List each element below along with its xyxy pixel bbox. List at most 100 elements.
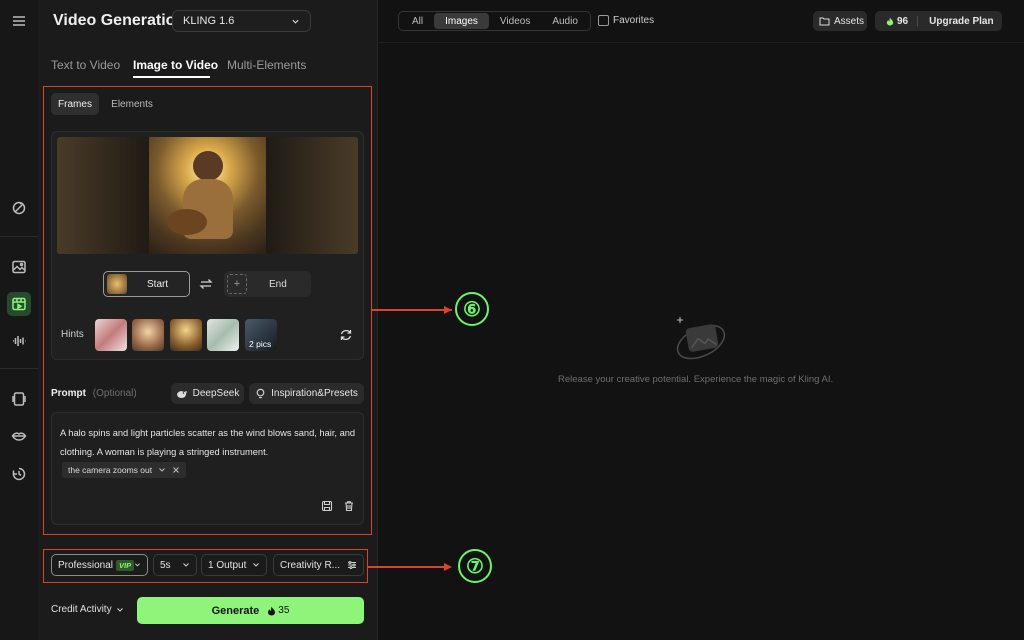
hint-thumb-1[interactable] (95, 319, 127, 351)
tab-multi-elements[interactable]: Multi-Elements (227, 58, 306, 72)
flame-icon (886, 17, 894, 25)
prompt-header: Prompt (Optional) (51, 388, 137, 399)
generate-label: Generate (211, 604, 260, 617)
page-title: Video Generation (53, 12, 186, 29)
filter-all[interactable]: All (401, 13, 434, 29)
credits-value: 96 (897, 15, 909, 27)
lightbulb-icon (256, 388, 265, 399)
history-icon[interactable] (7, 462, 31, 486)
outputs-select-value: 1 Output (208, 559, 247, 571)
generate-cost: 35 (278, 605, 290, 616)
hint-more-label: 2 pics (249, 339, 272, 349)
annotation-arrow-7 (368, 566, 448, 568)
subtab-elements[interactable]: Elements (104, 93, 160, 115)
outputs-select[interactable]: 1 Output (201, 554, 267, 576)
prompt-tag-label: the camera zooms out (68, 465, 153, 475)
deepseek-icon (176, 390, 187, 398)
credit-activity-label: Credit Activity (51, 604, 112, 615)
chevron-down-icon (135, 563, 141, 567)
assets-label: Assets (834, 15, 865, 27)
asset-filter: All Images Videos Audio (398, 11, 591, 31)
mode-select[interactable]: Professional VIP (51, 554, 148, 576)
chevron-down-icon (292, 19, 299, 24)
duration-select-value: 5s (160, 559, 171, 571)
flame-icon (268, 606, 276, 615)
divider (917, 15, 919, 27)
creativity-label: Creativity R... (280, 559, 341, 571)
audio-icon[interactable] (7, 329, 31, 353)
preview-image (149, 137, 266, 254)
refresh-icon[interactable] (339, 328, 353, 347)
chevron-down-icon (183, 563, 189, 567)
hints-label: Hints (61, 329, 84, 340)
empty-state-message: Release your creative potential. Experie… (558, 374, 834, 385)
filter-audio[interactable]: Audio (541, 13, 589, 29)
tab-image-to-video[interactable]: Image to Video (133, 58, 218, 72)
sliders-icon (348, 561, 356, 569)
mode-select-value: Professional (58, 559, 114, 571)
prompt-textarea[interactable]: A halo spins and light particles scatter… (51, 412, 364, 525)
duration-select[interactable]: 5s (153, 554, 197, 576)
start-label: Start (147, 278, 169, 290)
annotation-arrow-6 (372, 309, 452, 311)
chevron-down-icon[interactable] (158, 466, 166, 474)
deepseek-button[interactable]: DeepSeek (171, 383, 244, 404)
add-end-frame-icon: + (227, 274, 247, 294)
menu-icon[interactable] (7, 9, 31, 33)
model-select-value: KLING 1.6 (183, 15, 235, 27)
header-divider (378, 42, 1024, 43)
credit-activity-dropdown[interactable]: Credit Activity (51, 604, 124, 615)
generate-button[interactable]: Generate 35 (137, 597, 364, 624)
trash-icon[interactable] (343, 500, 355, 512)
figure-head (193, 151, 223, 181)
annotation-arrowhead-7 (444, 563, 452, 571)
prompt-text: A halo spins and light particles scatter… (60, 428, 356, 457)
prompt-label: Prompt (51, 388, 86, 399)
start-frame-button[interactable]: Start (103, 271, 190, 297)
inspiration-presets-button[interactable]: Inspiration&Presets (249, 383, 364, 404)
active-tab-underline (133, 76, 210, 78)
frame-preview[interactable] (57, 137, 358, 254)
deepseek-label: DeepSeek (192, 388, 240, 399)
end-frame-button[interactable]: + End (224, 271, 311, 297)
hint-thumb-more[interactable]: 2 pics (245, 319, 277, 351)
hint-thumb-4[interactable] (207, 319, 239, 351)
tab-text-to-video[interactable]: Text to Video (51, 58, 120, 72)
credits-balance[interactable]: 96 (875, 16, 908, 27)
empty-state-illustration (672, 312, 730, 364)
hint-thumb-3[interactable] (170, 319, 202, 351)
chevron-down-icon (253, 563, 259, 567)
creativity-settings-button[interactable]: Creativity R... (273, 554, 364, 576)
instrument (167, 209, 207, 235)
folder-icon (819, 17, 830, 26)
favorites-checkbox[interactable] (598, 15, 609, 26)
prompt-tag[interactable]: the camera zooms out (62, 462, 187, 478)
swap-icon[interactable] (199, 277, 213, 296)
annotation-arrowhead-6 (444, 306, 452, 314)
left-rail (0, 0, 39, 640)
chevron-down-icon (116, 607, 123, 612)
filter-videos[interactable]: Videos (489, 13, 541, 29)
video-generation-icon[interactable] (7, 292, 31, 316)
filter-images[interactable]: Images (434, 13, 489, 29)
save-icon[interactable] (321, 500, 333, 512)
end-label: End (269, 278, 287, 290)
hint-thumb-2[interactable] (132, 319, 164, 351)
annotation-label-6: ⑥ (455, 292, 489, 326)
prompt-optional-label: (Optional) (92, 388, 137, 399)
subtab-frames[interactable]: Frames (51, 93, 99, 115)
canvas-icon[interactable] (7, 387, 31, 411)
image-generation-icon[interactable] (7, 255, 31, 279)
model-select[interactable]: KLING 1.6 (172, 10, 311, 32)
magic-brush-icon[interactable] (7, 196, 31, 220)
annotation-label-7: ⑦ (458, 549, 492, 583)
upgrade-plan-button[interactable]: Upgrade Plan (929, 16, 993, 27)
favorites-label: Favorites (613, 15, 655, 26)
close-icon[interactable] (172, 466, 180, 474)
vip-badge: VIP (116, 559, 135, 571)
assets-button[interactable]: Assets (813, 11, 867, 31)
start-thumb (107, 274, 127, 294)
inspiration-presets-label: Inspiration&Presets (271, 388, 358, 399)
lip-sync-icon[interactable] (7, 424, 31, 448)
credits-upgrade-group: 96 Upgrade Plan (875, 11, 1002, 31)
